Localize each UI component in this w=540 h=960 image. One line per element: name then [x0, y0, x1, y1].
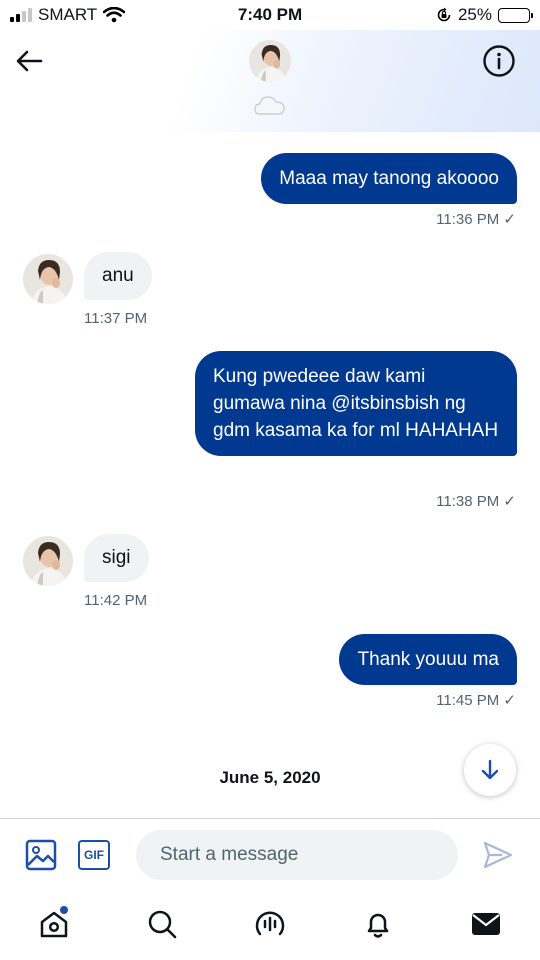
messages-icon [472, 913, 500, 935]
spaces-icon [255, 911, 285, 936]
info-icon [483, 45, 515, 77]
message-bubble-outgoing[interactable]: Kung pwedeee daw kami gumawa nina @itsbi… [195, 351, 517, 456]
sender-avatar[interactable] [23, 254, 73, 304]
message-bubble-incoming[interactable]: anu [84, 252, 152, 300]
message-timestamp: 11:38 PM ✓ [436, 493, 516, 510]
battery-indicator: 25% [436, 5, 533, 25]
battery-icon [498, 7, 533, 23]
message-composer: GIF [0, 818, 540, 890]
message-bubble-outgoing[interactable]: Maaa may tanong akoooo [261, 153, 517, 204]
tab-messages[interactable] [466, 904, 506, 944]
message-timestamp: 11:45 PM ✓ [436, 692, 516, 709]
send-icon [483, 841, 513, 869]
back-button[interactable] [12, 44, 46, 78]
orientation-lock-icon [437, 7, 451, 22]
notifications-icon [367, 913, 389, 938]
info-button[interactable] [482, 44, 516, 78]
image-icon [25, 839, 57, 871]
date-separator: June 5, 2020 [219, 768, 321, 787]
arrow-left-icon [16, 50, 43, 72]
tab-home[interactable] [34, 904, 74, 944]
gif-button[interactable]: GIF [78, 840, 110, 870]
send-button[interactable] [482, 839, 514, 876]
tab-search[interactable] [142, 904, 182, 944]
message-timestamp: 11:42 PM [84, 592, 148, 609]
message-timestamp: 11:37 PM [84, 310, 148, 327]
battery-percent: 25% [457, 5, 492, 24]
search-icon [148, 910, 177, 939]
unread-dot [60, 906, 68, 914]
message-bubble-outgoing[interactable]: Thank youuu ma [339, 634, 517, 685]
sender-avatar[interactable] [23, 536, 73, 586]
tab-spaces[interactable] [250, 904, 290, 944]
message-input[interactable] [136, 830, 458, 880]
message-timestamp: 11:36 PM ✓ [436, 211, 516, 228]
message-thread: Maaa may tanong akoooo 11:36 PM ✓ anu 11… [0, 132, 540, 818]
tab-notifications[interactable] [358, 904, 398, 944]
scroll-to-bottom-button[interactable] [464, 744, 516, 796]
conversation-header [0, 30, 540, 132]
message-bubble-incoming[interactable]: sigi [84, 534, 149, 582]
cloud-icon [254, 94, 286, 121]
add-media-button[interactable] [25, 839, 57, 876]
status-bar: SMART 7:40 PM 25% [0, 0, 540, 30]
arrow-down-icon [481, 759, 499, 780]
contact-avatar[interactable] [249, 40, 291, 82]
bottom-tab-bar [0, 890, 540, 960]
